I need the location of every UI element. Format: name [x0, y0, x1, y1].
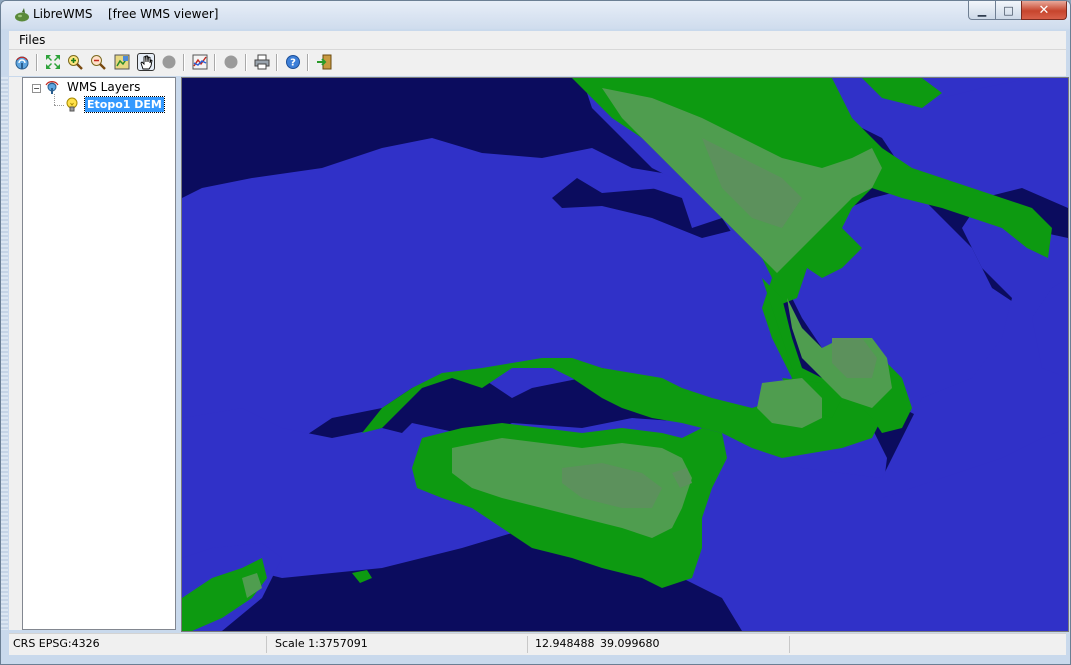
toolbar-separator [307, 54, 309, 71]
wms-connect-button[interactable] [13, 53, 31, 71]
help-icon: ? [286, 55, 300, 69]
wms-layers-icon [45, 81, 59, 94]
toolbar-separator [276, 54, 278, 71]
status-crs: CRS EPSG:4326 [13, 637, 100, 650]
app-title: LibreWMS [33, 7, 93, 21]
minimize-icon: ▁ [977, 3, 987, 17]
help-button[interactable]: ? [284, 53, 302, 71]
zoom-extent-icon [46, 55, 60, 69]
tree-connector [54, 105, 64, 106]
pan-hand-icon [140, 55, 153, 70]
status-separator [527, 636, 528, 653]
app-window: LibreWMS [free WMS viewer] ▁ □ ✕ Files ?… [0, 0, 1071, 665]
toolbar: ? [9, 50, 1066, 76]
dem-map[interactable] [182, 78, 1068, 631]
exit-icon [317, 54, 332, 70]
zoom-layer-button[interactable] [113, 53, 131, 71]
close-button[interactable]: ✕ [1021, 1, 1067, 20]
zoom-out-button[interactable] [89, 53, 107, 71]
status-longitude: 12.948488 [535, 637, 595, 650]
dock-grip [1, 77, 8, 630]
close-icon: ✕ [1038, 2, 1050, 18]
status-separator [789, 636, 790, 653]
toolbar-separator [214, 54, 216, 71]
toolbar-separator [183, 54, 185, 71]
stop-button[interactable] [160, 53, 178, 71]
layer-item-etopo1-dem[interactable]: Etopo1 DEM [84, 96, 165, 113]
zoom-in-icon [68, 55, 83, 70]
status-separator [266, 636, 267, 653]
zoom-in-button[interactable] [66, 53, 84, 71]
status-scale: Scale 1:3757091 [275, 637, 368, 650]
minimize-button[interactable]: ▁ [968, 1, 996, 20]
app-logo-icon [15, 8, 29, 22]
toolbar-separator [36, 54, 38, 71]
layer-info-button[interactable] [191, 53, 209, 71]
stop-button-2[interactable] [222, 53, 240, 71]
zoom-layer-icon [114, 54, 130, 70]
layer-info-icon [192, 54, 208, 70]
print-button[interactable] [253, 53, 271, 71]
exit-button[interactable] [315, 53, 333, 71]
pan-button[interactable] [137, 53, 155, 71]
menu-bar: Files [9, 31, 1066, 50]
maximize-icon: □ [1003, 3, 1014, 17]
maximize-button[interactable]: □ [995, 1, 1022, 20]
stop-gray-icon [162, 55, 176, 69]
tree-collapse-toggle[interactable]: − [32, 84, 41, 93]
map-canvas[interactable] [181, 77, 1069, 632]
wms-connect-icon [15, 56, 29, 70]
zoom-extent-button[interactable] [44, 53, 62, 71]
status-bar: CRS EPSG:4326 Scale 1:3757091 12.948488 … [9, 633, 1066, 655]
window-subtitle: [free WMS viewer] [108, 7, 219, 21]
lightbulb-icon[interactable] [65, 97, 79, 113]
menu-files[interactable]: Files [19, 33, 45, 47]
toolbar-separator [245, 54, 247, 71]
print-icon [254, 54, 270, 70]
tree-root-label[interactable]: WMS Layers [67, 80, 140, 94]
layer-tree[interactable]: − WMS Layers Etopo1 DEM [22, 77, 176, 630]
svg-text:?: ? [290, 58, 296, 69]
layer-panel: − WMS Layers Etopo1 DEM [9, 77, 176, 630]
zoom-out-icon [91, 55, 106, 70]
title-bar[interactable]: LibreWMS [free WMS viewer] ▁ □ ✕ [1, 1, 1070, 29]
tree-connector [54, 94, 55, 105]
stop-gray-icon [224, 55, 238, 69]
status-latitude: 39.099680 [600, 637, 660, 650]
